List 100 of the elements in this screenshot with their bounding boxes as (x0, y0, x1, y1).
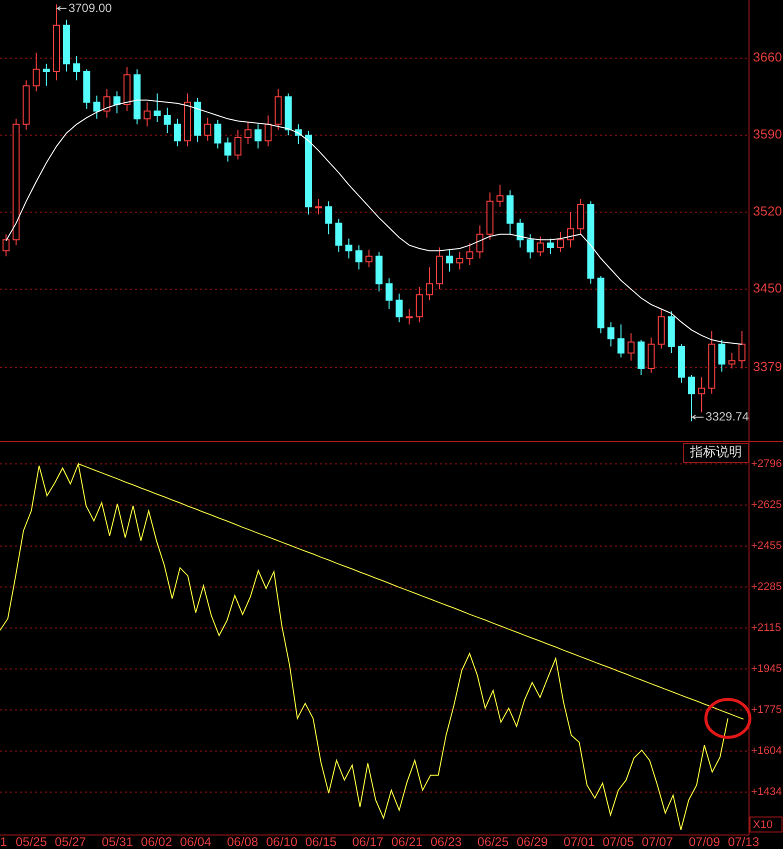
candlestick (738, 330, 746, 369)
axis-label: +2796 (751, 458, 782, 470)
candlestick (546, 238, 554, 255)
candlestick (607, 322, 614, 347)
candlestick (224, 136, 232, 162)
date-label: 06/10 (266, 834, 298, 849)
candlestick (365, 249, 372, 268)
candlestick (325, 200, 332, 235)
date-label: 07/05 (602, 834, 634, 849)
highlight-circle (704, 698, 752, 739)
candlestick (436, 246, 444, 290)
candlestick (335, 218, 342, 252)
axis-label: 3590 (753, 126, 782, 142)
candlestick (63, 19, 70, 72)
candlestick (103, 88, 110, 118)
candlestick (113, 90, 120, 114)
candlestick (718, 339, 726, 372)
candlestick (234, 129, 242, 160)
date-label: 05/31 (102, 834, 134, 849)
candlestick (446, 249, 454, 272)
price-label: 3329.74 (706, 409, 749, 424)
candlestick (628, 332, 635, 362)
candlestick (42, 63, 50, 86)
date-label: 07/13 (728, 834, 760, 849)
candlestick (396, 293, 403, 323)
candlestick (274, 88, 282, 130)
candlestick (254, 124, 262, 149)
candlestick (416, 286, 423, 323)
candlestick (426, 266, 433, 301)
candlestick (264, 114, 272, 147)
axis-label: +1775 (751, 704, 782, 716)
candlestick (708, 330, 716, 394)
candlestick (214, 119, 222, 149)
candlestick (688, 374, 696, 422)
indicator-help-button[interactable]: 指标说明 (683, 443, 749, 463)
candlestick (516, 218, 524, 248)
date-label: 06/02 (140, 834, 172, 849)
date-label: 06/17 (352, 834, 384, 849)
candlestick (355, 244, 362, 270)
candlestick (124, 66, 131, 112)
candlestick (557, 232, 564, 252)
candlestick (577, 198, 584, 235)
candlestick (567, 212, 574, 248)
date-label: 05/25 (16, 834, 47, 849)
candlestick (496, 184, 504, 208)
candlestick (184, 92, 191, 147)
date-label: 05/27 (54, 834, 86, 849)
axis-label: 3450 (753, 280, 782, 296)
date-label: 1 (0, 834, 7, 849)
candlestick (154, 92, 161, 123)
axis-label: +1604 (751, 745, 782, 758)
candlestick (2, 234, 10, 257)
axis-label: 3660 (753, 50, 782, 65)
candlestick (698, 376, 706, 413)
candlestick (73, 56, 80, 81)
candlestick (536, 236, 544, 257)
candlestick (648, 337, 655, 374)
date-label: 07/09 (688, 834, 720, 849)
candlestick (678, 344, 685, 384)
date-label: 06/25 (477, 834, 509, 849)
candlestick (144, 102, 151, 127)
candlestick (617, 324, 624, 358)
candlestick (526, 234, 534, 259)
date-label: 06/21 (391, 834, 423, 849)
candlestick (134, 68, 141, 125)
leader-line (691, 414, 704, 420)
candlestick (506, 190, 514, 235)
candlestick (174, 118, 181, 147)
candlestick (284, 92, 292, 136)
candlestick (32, 52, 40, 92)
candlestick (456, 251, 464, 270)
candlestick (386, 278, 393, 310)
candlestick (658, 308, 665, 350)
axis-label: +1434 (751, 786, 782, 798)
candlestick (406, 308, 413, 325)
candlestick (466, 242, 474, 266)
date-label: 06/23 (430, 834, 462, 849)
date-label: 06/29 (516, 834, 548, 849)
axis-label: +2285 (751, 580, 782, 593)
candlestick (244, 122, 252, 145)
candlestick (728, 352, 736, 369)
date-label: 07/01 (564, 834, 595, 849)
candlestick (668, 310, 675, 354)
candlestick (638, 339, 645, 376)
price-label: 3709.00 (68, 1, 112, 16)
candlestick (194, 97, 202, 142)
date-label: 06/04 (180, 834, 212, 849)
date-label: 06/15 (305, 834, 337, 849)
candlestick (476, 224, 484, 259)
candlestick (22, 80, 30, 130)
date-label: 06/08 (226, 834, 258, 849)
candlestick (93, 95, 100, 120)
candlestick (486, 192, 494, 240)
candlestick (315, 198, 322, 215)
candlestick (83, 68, 90, 110)
axis-label: 3520 (753, 204, 782, 219)
axis-label: +1945 (751, 662, 782, 675)
candlestick (204, 117, 212, 142)
candlestick (345, 238, 352, 259)
date-label: 07/07 (642, 834, 674, 849)
